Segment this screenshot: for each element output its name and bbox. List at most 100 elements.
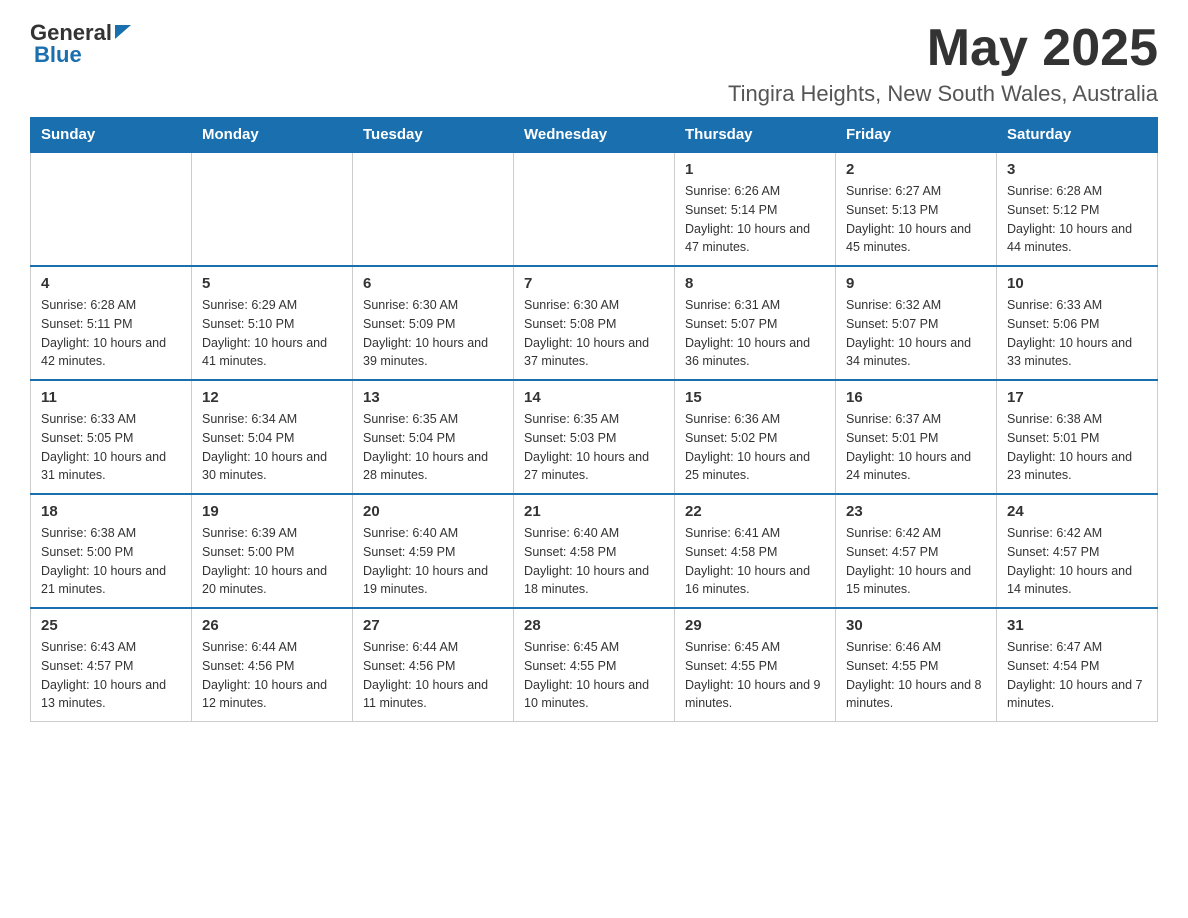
calendar-cell [31, 152, 192, 266]
day-info: Sunrise: 6:38 AM Sunset: 5:00 PM Dayligh… [41, 524, 181, 599]
calendar-week-row: 18 Sunrise: 6:38 AM Sunset: 5:00 PM Dayli… [31, 494, 1158, 608]
calendar-cell: 25 Sunrise: 6:43 AM Sunset: 4:57 PM Dayli… [31, 608, 192, 722]
calendar-cell: 19 Sunrise: 6:39 AM Sunset: 5:00 PM Dayli… [192, 494, 353, 608]
calendar-cell: 8 Sunrise: 6:31 AM Sunset: 5:07 PM Daylig… [675, 266, 836, 380]
calendar-cell: 12Sunrise: 6:34 AM Sunset: 5:04 PM Dayli… [192, 380, 353, 494]
calendar-cell [192, 152, 353, 266]
day-info: Sunrise: 6:31 AM Sunset: 5:07 PM Dayligh… [685, 296, 825, 371]
day-info: Sunrise: 6:36 AM Sunset: 5:02 PM Dayligh… [685, 410, 825, 485]
day-number: 21 [524, 503, 664, 520]
calendar-cell: 31 Sunrise: 6:47 AM Sunset: 4:54 PM Dayli… [997, 608, 1158, 722]
calendar-cell [514, 152, 675, 266]
calendar-cell: 13 Sunrise: 6:35 AM Sunset: 5:04 PM Dayli… [353, 380, 514, 494]
day-info: Sunrise: 6:43 AM Sunset: 4:57 PM Dayligh… [41, 638, 181, 713]
day-number: 15 [685, 389, 825, 406]
calendar-cell: 24 Sunrise: 6:42 AM Sunset: 4:57 PM Dayli… [997, 494, 1158, 608]
day-info: Sunrise: 6:30 AM Sunset: 5:08 PM Dayligh… [524, 296, 664, 371]
day-number: 9 [846, 275, 986, 292]
calendar-cell: 21 Sunrise: 6:40 AM Sunset: 4:58 PM Dayli… [514, 494, 675, 608]
day-info: Sunrise: 6:37 AM Sunset: 5:01 PM Dayligh… [846, 410, 986, 485]
day-number: 26 [202, 617, 342, 634]
day-number: 8 [685, 275, 825, 292]
calendar-cell: 17Sunrise: 6:38 AM Sunset: 5:01 PM Dayli… [997, 380, 1158, 494]
day-number: 24 [1007, 503, 1147, 520]
day-number: 13 [363, 389, 503, 406]
day-number: 28 [524, 617, 664, 634]
calendar-cell: 10 Sunrise: 6:33 AM Sunset: 5:06 PM Dayli… [997, 266, 1158, 380]
column-header-wednesday: Wednesday [514, 118, 675, 153]
calendar-cell: 4 Sunrise: 6:28 AM Sunset: 5:11 PM Daylig… [31, 266, 192, 380]
day-number: 31 [1007, 617, 1147, 634]
day-number: 2 [846, 161, 986, 178]
day-number: 18 [41, 503, 181, 520]
day-number: 17 [1007, 389, 1147, 406]
column-header-tuesday: Tuesday [353, 118, 514, 153]
day-number: 20 [363, 503, 503, 520]
day-info: Sunrise: 6:28 AM Sunset: 5:11 PM Dayligh… [41, 296, 181, 371]
day-number: 29 [685, 617, 825, 634]
day-info: Sunrise: 6:35 AM Sunset: 5:04 PM Dayligh… [363, 410, 503, 485]
calendar-cell: 15 Sunrise: 6:36 AM Sunset: 5:02 PM Dayli… [675, 380, 836, 494]
calendar-cell: 18 Sunrise: 6:38 AM Sunset: 5:00 PM Dayli… [31, 494, 192, 608]
column-header-monday: Monday [192, 118, 353, 153]
day-info: Sunrise: 6:33 AM Sunset: 5:06 PM Dayligh… [1007, 296, 1147, 371]
calendar-cell: 20 Sunrise: 6:40 AM Sunset: 4:59 PM Dayli… [353, 494, 514, 608]
calendar-cell: 26 Sunrise: 6:44 AM Sunset: 4:56 PM Dayli… [192, 608, 353, 722]
day-number: 14 [524, 389, 664, 406]
day-number: 19 [202, 503, 342, 520]
day-info: Sunrise: 6:41 AM Sunset: 4:58 PM Dayligh… [685, 524, 825, 599]
day-info: Sunrise: 6:44 AM Sunset: 4:56 PM Dayligh… [202, 638, 342, 713]
day-info: Sunrise: 6:27 AM Sunset: 5:13 PM Dayligh… [846, 182, 986, 257]
day-info: Sunrise: 6:44 AM Sunset: 4:56 PM Dayligh… [363, 638, 503, 713]
day-number: 1 [685, 161, 825, 178]
calendar-cell: 3Sunrise: 6:28 AM Sunset: 5:12 PM Daylig… [997, 152, 1158, 266]
calendar-cell: 7Sunrise: 6:30 AM Sunset: 5:08 PM Daylig… [514, 266, 675, 380]
day-number: 22 [685, 503, 825, 520]
day-info: Sunrise: 6:26 AM Sunset: 5:14 PM Dayligh… [685, 182, 825, 257]
day-info: Sunrise: 6:33 AM Sunset: 5:05 PM Dayligh… [41, 410, 181, 485]
column-header-sunday: Sunday [31, 118, 192, 153]
column-header-saturday: Saturday [997, 118, 1158, 153]
day-info: Sunrise: 6:45 AM Sunset: 4:55 PM Dayligh… [685, 638, 825, 713]
day-number: 11 [41, 389, 181, 406]
day-number: 10 [1007, 275, 1147, 292]
day-number: 4 [41, 275, 181, 292]
day-info: Sunrise: 6:39 AM Sunset: 5:00 PM Dayligh… [202, 524, 342, 599]
column-header-friday: Friday [836, 118, 997, 153]
day-number: 30 [846, 617, 986, 634]
day-info: Sunrise: 6:30 AM Sunset: 5:09 PM Dayligh… [363, 296, 503, 371]
month-year-title: May 2025 [728, 20, 1158, 77]
title-area: May 2025 Tingira Heights, New South Wale… [728, 20, 1158, 107]
day-number: 25 [41, 617, 181, 634]
calendar-cell [353, 152, 514, 266]
day-info: Sunrise: 6:45 AM Sunset: 4:55 PM Dayligh… [524, 638, 664, 713]
calendar-cell: 30 Sunrise: 6:46 AM Sunset: 4:55 PM Dayli… [836, 608, 997, 722]
calendar-cell: 16Sunrise: 6:37 AM Sunset: 5:01 PM Dayli… [836, 380, 997, 494]
day-number: 27 [363, 617, 503, 634]
day-number: 3 [1007, 161, 1147, 178]
calendar-table: SundayMondayTuesdayWednesdayThursdayFrid… [30, 117, 1158, 722]
logo-triangle-icon [115, 25, 131, 44]
day-info: Sunrise: 6:42 AM Sunset: 4:57 PM Dayligh… [1007, 524, 1147, 599]
day-info: Sunrise: 6:40 AM Sunset: 4:59 PM Dayligh… [363, 524, 503, 599]
day-number: 23 [846, 503, 986, 520]
day-info: Sunrise: 6:40 AM Sunset: 4:58 PM Dayligh… [524, 524, 664, 599]
day-info: Sunrise: 6:42 AM Sunset: 4:57 PM Dayligh… [846, 524, 986, 599]
calendar-cell: 6 Sunrise: 6:30 AM Sunset: 5:09 PM Daylig… [353, 266, 514, 380]
calendar-cell: 14Sunrise: 6:35 AM Sunset: 5:03 PM Dayli… [514, 380, 675, 494]
day-info: Sunrise: 6:46 AM Sunset: 4:55 PM Dayligh… [846, 638, 986, 713]
calendar-cell: 23 Sunrise: 6:42 AM Sunset: 4:57 PM Dayli… [836, 494, 997, 608]
day-info: Sunrise: 6:29 AM Sunset: 5:10 PM Dayligh… [202, 296, 342, 371]
calendar-cell: 9 Sunrise: 6:32 AM Sunset: 5:07 PM Daylig… [836, 266, 997, 380]
day-number: 6 [363, 275, 503, 292]
location-subtitle: Tingira Heights, New South Wales, Austra… [728, 81, 1158, 107]
calendar-cell: 29 Sunrise: 6:45 AM Sunset: 4:55 PM Dayli… [675, 608, 836, 722]
calendar-cell: 22 Sunrise: 6:41 AM Sunset: 4:58 PM Dayli… [675, 494, 836, 608]
calendar-cell: 28 Sunrise: 6:45 AM Sunset: 4:55 PM Dayli… [514, 608, 675, 722]
calendar-week-row: 4 Sunrise: 6:28 AM Sunset: 5:11 PM Daylig… [31, 266, 1158, 380]
day-info: Sunrise: 6:47 AM Sunset: 4:54 PM Dayligh… [1007, 638, 1147, 713]
day-number: 5 [202, 275, 342, 292]
calendar-cell: 11 Sunrise: 6:33 AM Sunset: 5:05 PM Dayli… [31, 380, 192, 494]
page-header: General Blue May 2025 Tingira Heights, N… [30, 20, 1158, 107]
day-info: Sunrise: 6:32 AM Sunset: 5:07 PM Dayligh… [846, 296, 986, 371]
